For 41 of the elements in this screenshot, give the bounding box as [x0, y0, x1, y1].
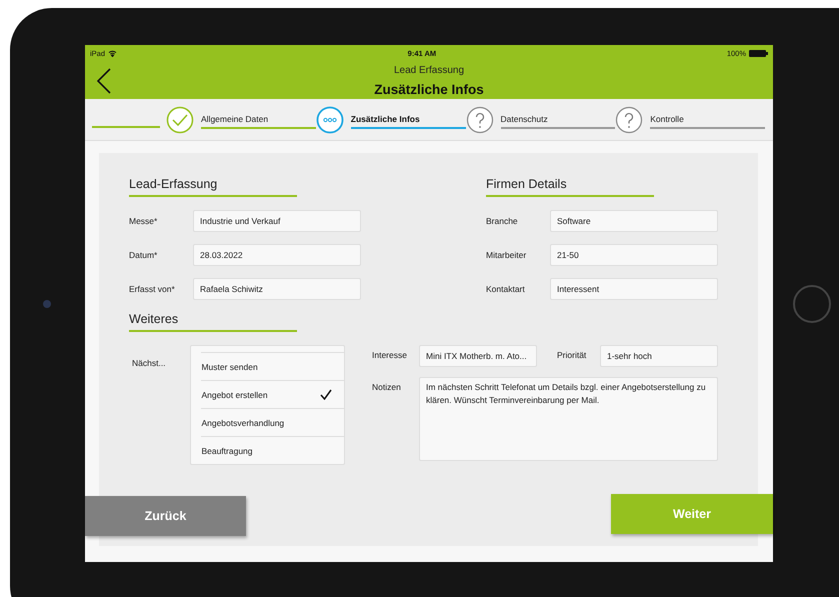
back-button[interactable]: Zurück: [85, 496, 246, 536]
section-title: Lead-Erfassung: [129, 177, 297, 197]
field-label: Messe*: [129, 216, 158, 226]
check-circle-icon: [166, 106, 194, 134]
field-label: Mitarbeiter: [486, 250, 528, 260]
list-option[interactable]: Muster senden: [201, 353, 344, 381]
header-subtitle: Lead Erfassung: [392, 65, 466, 76]
input-field[interactable]: Industrie und Verkauf: [193, 210, 361, 232]
list-option[interactable]: Beauftragung: [201, 437, 344, 464]
field-label: Interesse: [372, 349, 408, 360]
input-field[interactable]: Software: [550, 210, 718, 232]
input-field[interactable]: 1-sehr hoch: [600, 345, 718, 367]
input-field[interactable]: 28.03.2022: [193, 244, 361, 266]
field-label: Notizen: [372, 381, 402, 392]
dots-circle-icon: [316, 106, 344, 134]
camera-dot: [43, 300, 51, 308]
field-label: Nächst...: [132, 358, 167, 368]
input-field[interactable]: 21-50: [550, 244, 718, 266]
step-tab[interactable]: Kontrolle: [650, 114, 765, 129]
field-label: Branche: [486, 216, 519, 226]
header-title: Zusätzliche Infos: [373, 82, 485, 97]
step-tab[interactable]: Allgemeine Daten: [201, 114, 316, 129]
list-option[interactable]: Angebot erstellen: [201, 381, 344, 409]
field-label: Kontaktart: [486, 284, 526, 294]
section-title: Weiteres: [129, 312, 297, 332]
input-field[interactable]: Mini ITX Motherb. m. Ato...: [419, 345, 537, 367]
input-field[interactable]: Interessent: [550, 278, 718, 300]
list-option[interactable]: Angebotsverhandlung: [201, 409, 344, 437]
input-field[interactable]: Rafaela Schiwitz: [193, 278, 361, 300]
step-tab[interactable]: Zusätzliche Infos: [350, 114, 466, 129]
question-circle-icon: [466, 106, 494, 134]
field-label: Priorität: [557, 349, 588, 360]
battery-icon: [749, 50, 768, 56]
back-chevron-icon[interactable]: [97, 68, 111, 94]
field-label: Datum*: [129, 250, 158, 260]
step-tab[interactable]: Datenschutz: [500, 114, 616, 129]
question-circle-icon: [615, 106, 644, 134]
section-title: Firmen Details: [486, 177, 654, 197]
field-label: Erfasst von*: [129, 284, 176, 294]
wifi-icon: [108, 50, 118, 56]
notes-field[interactable]: Im nächsten Schritt Telefonat um Details bzgl. einer Angebotserstellung zu klären. Wünscht Terminvereinbarung per Mail.: [419, 377, 718, 461]
